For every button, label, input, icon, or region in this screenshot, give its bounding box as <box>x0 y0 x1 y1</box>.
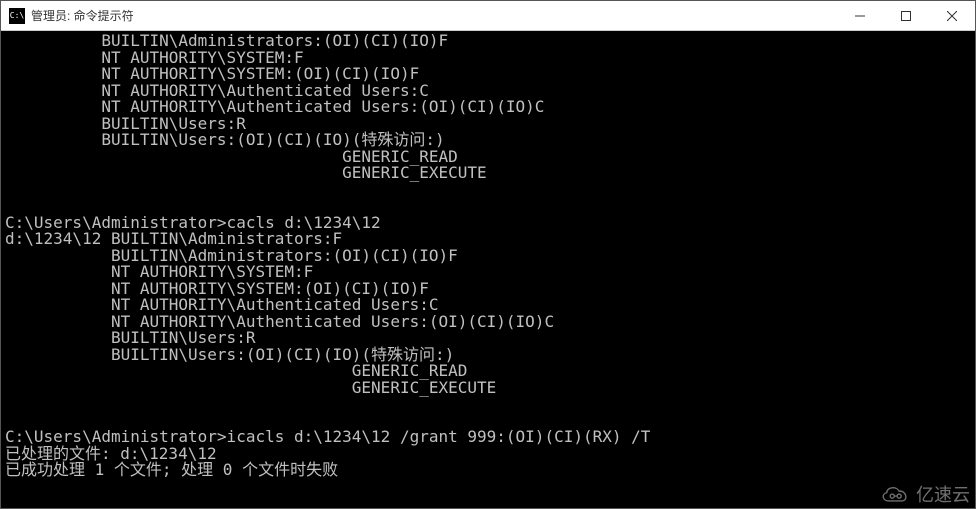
window-title: 管理员: 命令提示符 <box>31 7 134 24</box>
terminal-output[interactable]: BUILTIN\Administrators:(OI)(CI)(IO)F NT … <box>1 31 975 508</box>
close-button[interactable] <box>929 1 975 31</box>
maximize-icon <box>901 11 911 21</box>
close-icon <box>947 11 957 21</box>
cmd-icon-glyph: C:\ <box>10 12 24 20</box>
watermark-text: 亿速云 <box>916 481 970 507</box>
watermark: 亿速云 <box>878 481 970 507</box>
cloud-icon <box>878 483 912 505</box>
maximize-button[interactable] <box>883 1 929 31</box>
cmd-window: C:\ 管理员: 命令提示符 BUILTIN\Administrators:(O… <box>0 0 976 509</box>
titlebar[interactable]: C:\ 管理员: 命令提示符 <box>1 1 975 31</box>
cmd-icon: C:\ <box>9 8 25 24</box>
minimize-icon <box>855 11 865 21</box>
minimize-button[interactable] <box>837 1 883 31</box>
